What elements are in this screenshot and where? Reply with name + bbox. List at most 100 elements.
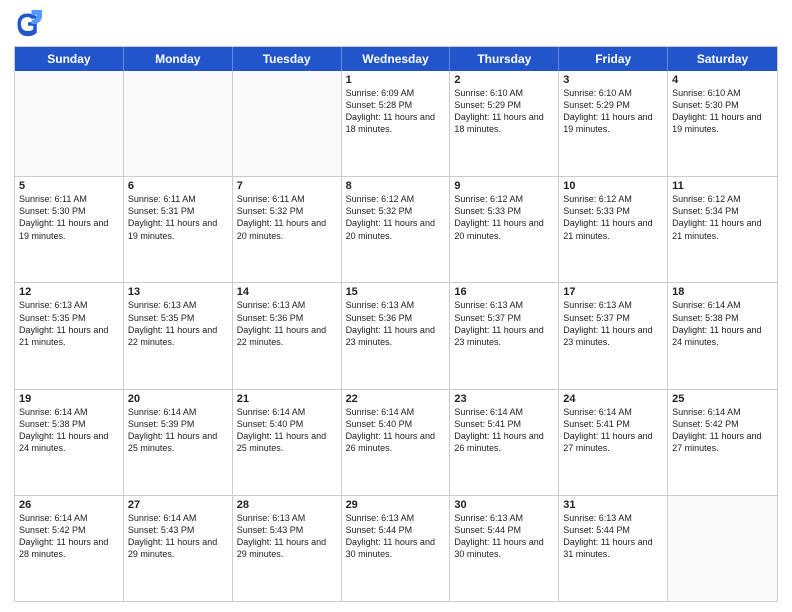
day-header-monday: Monday: [124, 47, 233, 71]
calendar-week-3: 12Sunrise: 6:13 AM Sunset: 5:35 PM Dayli…: [15, 283, 777, 389]
calendar-day-19: 19Sunrise: 6:14 AM Sunset: 5:38 PM Dayli…: [15, 390, 124, 495]
calendar-day-25: 25Sunrise: 6:14 AM Sunset: 5:42 PM Dayli…: [668, 390, 777, 495]
day-header-saturday: Saturday: [668, 47, 777, 71]
calendar-day-16: 16Sunrise: 6:13 AM Sunset: 5:37 PM Dayli…: [450, 283, 559, 388]
day-info: Sunrise: 6:14 AM Sunset: 5:38 PM Dayligh…: [672, 299, 773, 348]
calendar-day-4: 4Sunrise: 6:10 AM Sunset: 5:30 PM Daylig…: [668, 71, 777, 176]
calendar-empty-cell: [124, 71, 233, 176]
day-number: 6: [128, 180, 228, 192]
calendar-day-8: 8Sunrise: 6:12 AM Sunset: 5:32 PM Daylig…: [342, 177, 451, 282]
day-number: 30: [454, 499, 554, 511]
day-info: Sunrise: 6:11 AM Sunset: 5:31 PM Dayligh…: [128, 193, 228, 242]
day-number: 27: [128, 499, 228, 511]
day-number: 9: [454, 180, 554, 192]
day-number: 28: [237, 499, 337, 511]
calendar-day-9: 9Sunrise: 6:12 AM Sunset: 5:33 PM Daylig…: [450, 177, 559, 282]
calendar-day-21: 21Sunrise: 6:14 AM Sunset: 5:40 PM Dayli…: [233, 390, 342, 495]
calendar-day-28: 28Sunrise: 6:13 AM Sunset: 5:43 PM Dayli…: [233, 496, 342, 601]
calendar-day-29: 29Sunrise: 6:13 AM Sunset: 5:44 PM Dayli…: [342, 496, 451, 601]
day-number: 15: [346, 286, 446, 298]
calendar-day-20: 20Sunrise: 6:14 AM Sunset: 5:39 PM Dayli…: [124, 390, 233, 495]
day-info: Sunrise: 6:10 AM Sunset: 5:29 PM Dayligh…: [454, 87, 554, 136]
calendar-day-3: 3Sunrise: 6:10 AM Sunset: 5:29 PM Daylig…: [559, 71, 668, 176]
day-info: Sunrise: 6:14 AM Sunset: 5:42 PM Dayligh…: [672, 406, 773, 455]
day-header-tuesday: Tuesday: [233, 47, 342, 71]
calendar-day-17: 17Sunrise: 6:13 AM Sunset: 5:37 PM Dayli…: [559, 283, 668, 388]
calendar-day-22: 22Sunrise: 6:14 AM Sunset: 5:40 PM Dayli…: [342, 390, 451, 495]
day-header-thursday: Thursday: [450, 47, 559, 71]
calendar-empty-cell: [233, 71, 342, 176]
calendar-day-5: 5Sunrise: 6:11 AM Sunset: 5:30 PM Daylig…: [15, 177, 124, 282]
day-header-friday: Friday: [559, 47, 668, 71]
day-info: Sunrise: 6:14 AM Sunset: 5:43 PM Dayligh…: [128, 512, 228, 561]
day-number: 1: [346, 74, 446, 86]
day-info: Sunrise: 6:13 AM Sunset: 5:43 PM Dayligh…: [237, 512, 337, 561]
day-number: 14: [237, 286, 337, 298]
calendar: SundayMondayTuesdayWednesdayThursdayFrid…: [14, 46, 778, 602]
day-info: Sunrise: 6:13 AM Sunset: 5:35 PM Dayligh…: [19, 299, 119, 348]
day-number: 5: [19, 180, 119, 192]
day-number: 3: [563, 74, 663, 86]
header: [14, 10, 778, 38]
day-info: Sunrise: 6:14 AM Sunset: 5:38 PM Dayligh…: [19, 406, 119, 455]
day-info: Sunrise: 6:11 AM Sunset: 5:30 PM Dayligh…: [19, 193, 119, 242]
calendar-body: 1Sunrise: 6:09 AM Sunset: 5:28 PM Daylig…: [15, 71, 777, 601]
day-number: 16: [454, 286, 554, 298]
day-number: 22: [346, 393, 446, 405]
day-info: Sunrise: 6:13 AM Sunset: 5:35 PM Dayligh…: [128, 299, 228, 348]
day-number: 18: [672, 286, 773, 298]
calendar-day-26: 26Sunrise: 6:14 AM Sunset: 5:42 PM Dayli…: [15, 496, 124, 601]
day-info: Sunrise: 6:14 AM Sunset: 5:42 PM Dayligh…: [19, 512, 119, 561]
day-number: 13: [128, 286, 228, 298]
day-number: 20: [128, 393, 228, 405]
calendar-day-15: 15Sunrise: 6:13 AM Sunset: 5:36 PM Dayli…: [342, 283, 451, 388]
page: SundayMondayTuesdayWednesdayThursdayFrid…: [0, 0, 792, 612]
day-number: 31: [563, 499, 663, 511]
day-number: 25: [672, 393, 773, 405]
day-info: Sunrise: 6:10 AM Sunset: 5:30 PM Dayligh…: [672, 87, 773, 136]
day-info: Sunrise: 6:13 AM Sunset: 5:36 PM Dayligh…: [346, 299, 446, 348]
day-info: Sunrise: 6:14 AM Sunset: 5:40 PM Dayligh…: [346, 406, 446, 455]
calendar-day-18: 18Sunrise: 6:14 AM Sunset: 5:38 PM Dayli…: [668, 283, 777, 388]
day-info: Sunrise: 6:12 AM Sunset: 5:34 PM Dayligh…: [672, 193, 773, 242]
day-info: Sunrise: 6:12 AM Sunset: 5:32 PM Dayligh…: [346, 193, 446, 242]
day-info: Sunrise: 6:13 AM Sunset: 5:36 PM Dayligh…: [237, 299, 337, 348]
day-number: 17: [563, 286, 663, 298]
calendar-header: SundayMondayTuesdayWednesdayThursdayFrid…: [15, 47, 777, 71]
calendar-day-23: 23Sunrise: 6:14 AM Sunset: 5:41 PM Dayli…: [450, 390, 559, 495]
calendar-day-7: 7Sunrise: 6:11 AM Sunset: 5:32 PM Daylig…: [233, 177, 342, 282]
day-info: Sunrise: 6:13 AM Sunset: 5:37 PM Dayligh…: [563, 299, 663, 348]
calendar-day-30: 30Sunrise: 6:13 AM Sunset: 5:44 PM Dayli…: [450, 496, 559, 601]
day-info: Sunrise: 6:14 AM Sunset: 5:39 PM Dayligh…: [128, 406, 228, 455]
calendar-empty-cell: [668, 496, 777, 601]
calendar-week-4: 19Sunrise: 6:14 AM Sunset: 5:38 PM Dayli…: [15, 390, 777, 496]
day-info: Sunrise: 6:13 AM Sunset: 5:44 PM Dayligh…: [454, 512, 554, 561]
day-number: 2: [454, 74, 554, 86]
day-number: 29: [346, 499, 446, 511]
calendar-week-5: 26Sunrise: 6:14 AM Sunset: 5:42 PM Dayli…: [15, 496, 777, 601]
day-info: Sunrise: 6:14 AM Sunset: 5:41 PM Dayligh…: [563, 406, 663, 455]
day-number: 7: [237, 180, 337, 192]
day-number: 10: [563, 180, 663, 192]
day-number: 11: [672, 180, 773, 192]
day-number: 8: [346, 180, 446, 192]
day-number: 21: [237, 393, 337, 405]
logo-icon: [14, 10, 42, 38]
day-header-sunday: Sunday: [15, 47, 124, 71]
calendar-day-10: 10Sunrise: 6:12 AM Sunset: 5:33 PM Dayli…: [559, 177, 668, 282]
calendar-day-12: 12Sunrise: 6:13 AM Sunset: 5:35 PM Dayli…: [15, 283, 124, 388]
day-header-wednesday: Wednesday: [342, 47, 451, 71]
day-info: Sunrise: 6:11 AM Sunset: 5:32 PM Dayligh…: [237, 193, 337, 242]
calendar-day-11: 11Sunrise: 6:12 AM Sunset: 5:34 PM Dayli…: [668, 177, 777, 282]
day-number: 23: [454, 393, 554, 405]
calendar-day-6: 6Sunrise: 6:11 AM Sunset: 5:31 PM Daylig…: [124, 177, 233, 282]
day-info: Sunrise: 6:10 AM Sunset: 5:29 PM Dayligh…: [563, 87, 663, 136]
calendar-empty-cell: [15, 71, 124, 176]
day-info: Sunrise: 6:12 AM Sunset: 5:33 PM Dayligh…: [563, 193, 663, 242]
day-number: 12: [19, 286, 119, 298]
day-info: Sunrise: 6:09 AM Sunset: 5:28 PM Dayligh…: [346, 87, 446, 136]
logo: [14, 10, 46, 38]
calendar-day-1: 1Sunrise: 6:09 AM Sunset: 5:28 PM Daylig…: [342, 71, 451, 176]
day-number: 26: [19, 499, 119, 511]
calendar-day-14: 14Sunrise: 6:13 AM Sunset: 5:36 PM Dayli…: [233, 283, 342, 388]
